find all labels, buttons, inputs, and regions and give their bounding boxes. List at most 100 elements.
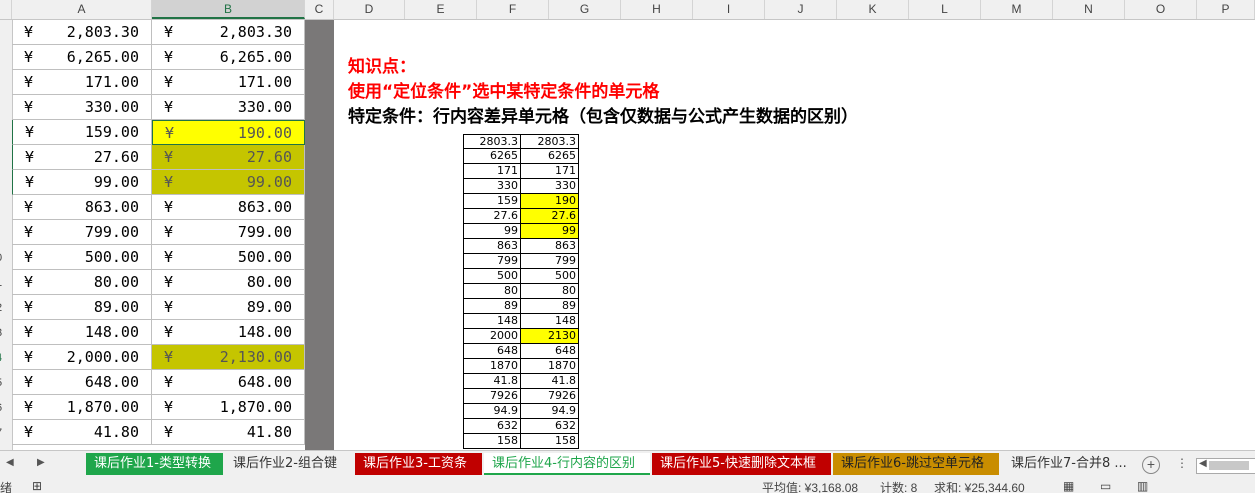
sheet-tab[interactable]: 课后作业1-类型转换: [86, 453, 223, 475]
cell-b[interactable]: ¥27.60: [152, 145, 305, 170]
cell-a[interactable]: ¥27.60: [12, 145, 152, 170]
cell-b[interactable]: ¥89.00: [152, 295, 305, 320]
mini-cell-right[interactable]: 330: [521, 179, 579, 194]
cell-b[interactable]: ¥799.00: [152, 220, 305, 245]
mini-cell-left[interactable]: 863: [463, 239, 521, 254]
horizontal-scrollbar[interactable]: ◀: [1196, 458, 1255, 474]
column-header-c[interactable]: C: [305, 0, 334, 19]
mini-cell-left[interactable]: 159: [463, 194, 521, 209]
cell-a[interactable]: ¥159.00: [12, 120, 152, 145]
sheet-tab[interactable]: 课后作业5-快速删除文本框: [652, 453, 831, 475]
mini-cell-right[interactable]: 7926: [521, 389, 579, 404]
row-number[interactable]: 3: [0, 327, 12, 339]
mini-cell-left[interactable]: 41.8: [463, 374, 521, 389]
cell-a[interactable]: ¥2,000.00: [12, 345, 152, 370]
mini-cell-left[interactable]: 148: [463, 314, 521, 329]
mini-cell-right[interactable]: 148: [521, 314, 579, 329]
mini-cell-right[interactable]: 94.9: [521, 404, 579, 419]
tab-scroll-left-icon[interactable]: ◀: [6, 457, 14, 468]
cell-b[interactable]: ¥41.80: [152, 420, 305, 445]
sheet-tab[interactable]: 课后作业3-工资条: [355, 453, 482, 475]
cell-b[interactable]: ¥190.00: [152, 120, 305, 145]
mini-cell-left[interactable]: 2803.3: [463, 134, 521, 149]
mini-cell-left[interactable]: 799: [463, 254, 521, 269]
cell-b[interactable]: ¥171.00: [152, 70, 305, 95]
mini-cell-right[interactable]: 2803.3: [521, 134, 579, 149]
mini-cell-right[interactable]: 2130: [521, 329, 579, 344]
row-number[interactable]: 4: [0, 352, 12, 364]
normal-view-icon[interactable]: ▦: [1063, 479, 1074, 493]
mini-cell-left[interactable]: 99: [463, 224, 521, 239]
cell-a[interactable]: ¥80.00: [12, 270, 152, 295]
column-header-l[interactable]: L: [909, 0, 981, 19]
mini-cell-left[interactable]: 158: [463, 434, 521, 449]
mini-cell-left[interactable]: 89: [463, 299, 521, 314]
cell-a[interactable]: ¥648.00: [12, 370, 152, 395]
row-number[interactable]: 5: [0, 377, 12, 389]
select-all-corner[interactable]: [0, 0, 12, 19]
cell-a[interactable]: ¥863.00: [12, 195, 152, 220]
cell-a[interactable]: ¥41.80: [12, 420, 152, 445]
mini-cell-left[interactable]: 27.6: [463, 209, 521, 224]
page-break-icon[interactable]: ▥: [1137, 479, 1148, 493]
sheet-grid[interactable]: ¥2,803.30 ¥2,803.30 ¥6,265.00 ¥6,265.00 ¥171…: [12, 20, 305, 450]
cell-b[interactable]: ¥2,130.00: [152, 345, 305, 370]
row-number[interactable]: 6: [0, 402, 12, 414]
scroll-thumb[interactable]: [1209, 461, 1249, 470]
mini-cell-right[interactable]: 1870: [521, 359, 579, 374]
cell-b[interactable]: ¥863.00: [152, 195, 305, 220]
mini-cell-right[interactable]: 799: [521, 254, 579, 269]
cell-a[interactable]: ¥148.00: [12, 320, 152, 345]
row-number[interactable]: 2: [0, 302, 12, 314]
cell-b[interactable]: ¥1,870.00: [152, 395, 305, 420]
sheet-tab[interactable]: 课后作业6-跳过空单元格: [833, 453, 999, 475]
cell-b[interactable]: ¥2,803.30: [152, 20, 305, 45]
mini-cell-right[interactable]: 500: [521, 269, 579, 284]
mini-cell-right[interactable]: 648: [521, 344, 579, 359]
cell-b[interactable]: ¥80.00: [152, 270, 305, 295]
mini-cell-left[interactable]: 648: [463, 344, 521, 359]
mini-cell-left[interactable]: 6265: [463, 149, 521, 164]
column-header-b[interactable]: B: [152, 0, 305, 19]
cell-a[interactable]: ¥330.00: [12, 95, 152, 120]
mini-cell-right[interactable]: 190: [521, 194, 579, 209]
mini-cell-right[interactable]: 6265: [521, 149, 579, 164]
cell-b[interactable]: ¥330.00: [152, 95, 305, 120]
cell-b[interactable]: ¥648.00: [152, 370, 305, 395]
cell-a[interactable]: ¥6,265.00: [12, 45, 152, 70]
column-header-h[interactable]: H: [621, 0, 693, 19]
mini-cell-right[interactable]: 27.6: [521, 209, 579, 224]
mini-cell-right[interactable]: 863: [521, 239, 579, 254]
sheet-tab[interactable]: 课后作业4-行内容的区别: [484, 453, 650, 475]
mini-cell-left[interactable]: 7926: [463, 389, 521, 404]
cell-a[interactable]: ¥89.00: [12, 295, 152, 320]
mini-cell-left[interactable]: 500: [463, 269, 521, 284]
column-header-n[interactable]: N: [1053, 0, 1125, 19]
mini-cell-left[interactable]: 2000: [463, 329, 521, 344]
mini-cell-right[interactable]: 158: [521, 434, 579, 449]
row-number[interactable]: 7: [0, 427, 12, 439]
mini-cell-right[interactable]: 41.8: [521, 374, 579, 389]
sheet-tab[interactable]: 课后作业7-合并8 ...: [1003, 453, 1137, 475]
cell-b[interactable]: ¥99.00: [152, 170, 305, 195]
cell-a[interactable]: ¥171.00: [12, 70, 152, 95]
macro-record-icon[interactable]: ⊞: [32, 479, 42, 493]
tab-scroll-right-icon[interactable]: ▶: [37, 457, 45, 468]
row-number[interactable]: 1: [0, 277, 12, 289]
mini-cell-right[interactable]: 171: [521, 164, 579, 179]
mini-cell-right[interactable]: 99: [521, 224, 579, 239]
more-options-icon[interactable]: ⋮: [1176, 456, 1188, 470]
column-header-e[interactable]: E: [405, 0, 477, 19]
page-layout-icon[interactable]: ▭: [1100, 479, 1111, 493]
mini-cell-left[interactable]: 1870: [463, 359, 521, 374]
mini-cell-left[interactable]: 330: [463, 179, 521, 194]
cell-b[interactable]: ¥6,265.00: [152, 45, 305, 70]
column-header-i[interactable]: I: [693, 0, 765, 19]
scroll-left-arrow-icon[interactable]: ◀: [1199, 458, 1207, 469]
column-header-f[interactable]: F: [477, 0, 549, 19]
row-number[interactable]: 0: [0, 252, 12, 264]
mini-cell-left[interactable]: 80: [463, 284, 521, 299]
column-header-d[interactable]: D: [334, 0, 405, 19]
mini-cell-left[interactable]: 632: [463, 419, 521, 434]
cell-a[interactable]: ¥799.00: [12, 220, 152, 245]
